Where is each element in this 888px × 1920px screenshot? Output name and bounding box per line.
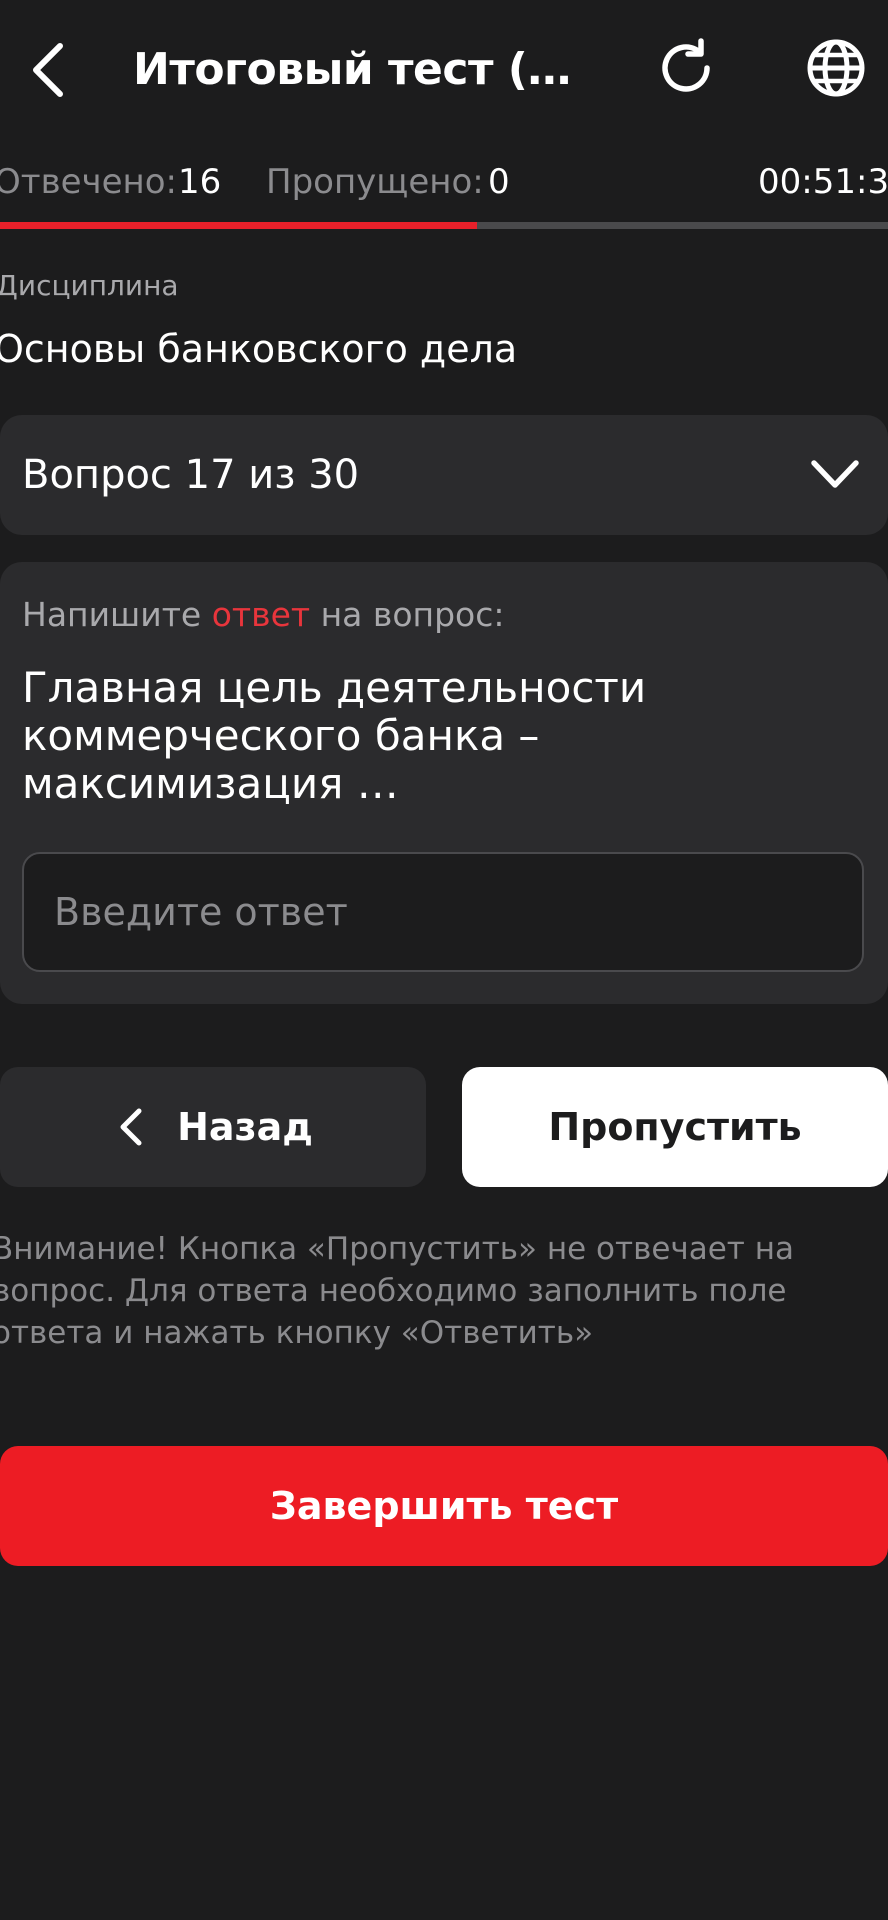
prompt-text-after: на вопрос:: [310, 595, 505, 634]
question-text: Главная цель деятельности коммерческого …: [22, 663, 647, 808]
skip-button[interactable]: Пропустить: [462, 1067, 888, 1187]
language-button[interactable]: [800, 32, 872, 104]
page-title: Итоговый тест (пе...: [133, 44, 593, 95]
answered-label: Отвечено:: [0, 162, 178, 202]
chevron-left-icon: [120, 1108, 142, 1146]
refresh-button[interactable]: [650, 32, 722, 104]
timer: 00:51:37: [758, 162, 888, 202]
back-nav-button[interactable]: [18, 30, 78, 110]
globe-icon: [807, 39, 865, 97]
progress-bar: [0, 222, 888, 229]
prompt-text-before: Напишите: [22, 595, 212, 634]
answer-input[interactable]: [22, 852, 864, 972]
prompt-accent: ответ: [211, 595, 311, 634]
back-button-label: Назад: [177, 1105, 313, 1149]
skip-button-label: Пропустить: [548, 1105, 802, 1149]
chevron-down-icon: [811, 460, 859, 488]
question-selector[interactable]: Вопрос 17 из 30: [0, 415, 888, 535]
progress-fill: [0, 222, 477, 229]
answered-count: 16: [178, 162, 222, 202]
skipped-label: Пропущено:: [266, 162, 484, 202]
finish-test-button[interactable]: Завершить тест: [0, 1446, 888, 1566]
discipline-label: Дисциплина: [0, 269, 179, 302]
question-prompt: Напишите ответ на вопрос:: [22, 590, 505, 640]
question-number: Вопрос 17 из 30: [22, 452, 360, 498]
back-button[interactable]: Назад: [0, 1067, 426, 1187]
discipline-name: Основы банковского дела: [0, 327, 518, 371]
refresh-icon: [662, 38, 710, 92]
chevron-left-icon: [33, 43, 63, 97]
skip-notice: Внимание! Кнопка «Пропустить» не отвечае…: [0, 1231, 794, 1351]
question-card: Напишите ответ на вопрос: Главная цель д…: [0, 562, 888, 1004]
finish-test-label: Завершить тест: [269, 1484, 619, 1528]
skipped-count: 0: [488, 162, 510, 202]
